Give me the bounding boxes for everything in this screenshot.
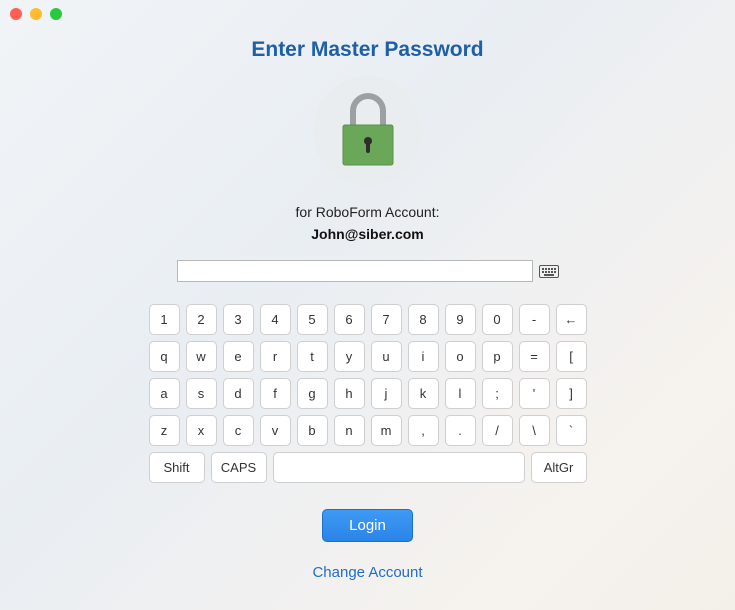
- main-content: Enter Master Password for RoboForm Accou…: [0, 0, 735, 581]
- key-o[interactable]: o: [445, 341, 476, 372]
- key-c[interactable]: c: [223, 415, 254, 446]
- key-bracket-close[interactable]: ]: [556, 378, 587, 409]
- close-window-button[interactable]: [10, 8, 22, 20]
- account-email: John@siber.com: [311, 226, 423, 242]
- password-row: [177, 260, 559, 282]
- key-n[interactable]: n: [334, 415, 365, 446]
- key-k[interactable]: k: [408, 378, 439, 409]
- key-period[interactable]: .: [445, 415, 476, 446]
- key-p[interactable]: p: [482, 341, 513, 372]
- page-title: Enter Master Password: [251, 38, 483, 62]
- key-bracket-open[interactable]: [: [556, 341, 587, 372]
- maximize-window-button[interactable]: [50, 8, 62, 20]
- key-q[interactable]: q: [149, 341, 180, 372]
- key-3[interactable]: 3: [223, 304, 254, 335]
- key-h[interactable]: h: [334, 378, 365, 409]
- lock-illustration: [313, 76, 423, 186]
- key-comma[interactable]: ,: [408, 415, 439, 446]
- key-space[interactable]: [273, 452, 525, 483]
- key-altgr[interactable]: AltGr: [531, 452, 587, 483]
- key-equals[interactable]: =: [519, 341, 550, 372]
- key-apostrophe[interactable]: ': [519, 378, 550, 409]
- keyboard-row-5: Shift CAPS AltGr: [149, 452, 587, 483]
- key-b[interactable]: b: [297, 415, 328, 446]
- lock-icon: [333, 91, 403, 171]
- key-6[interactable]: 6: [334, 304, 365, 335]
- change-account-link[interactable]: Change Account: [312, 564, 422, 581]
- virtual-keyboard: 1 2 3 4 5 6 7 8 9 0 - ← q w e r t y u i …: [149, 304, 587, 483]
- key-v[interactable]: v: [260, 415, 291, 446]
- login-button[interactable]: Login: [322, 509, 413, 542]
- key-m[interactable]: m: [371, 415, 402, 446]
- key-t[interactable]: t: [297, 341, 328, 372]
- keyboard-row-4: z x c v b n m , . / \ `: [149, 415, 587, 446]
- key-x[interactable]: x: [186, 415, 217, 446]
- key-5[interactable]: 5: [297, 304, 328, 335]
- window-traffic-lights: [10, 8, 62, 20]
- key-y[interactable]: y: [334, 341, 365, 372]
- key-dash[interactable]: -: [519, 304, 550, 335]
- key-e[interactable]: e: [223, 341, 254, 372]
- keyboard-toggle-icon[interactable]: [539, 264, 559, 278]
- key-u[interactable]: u: [371, 341, 402, 372]
- key-w[interactable]: w: [186, 341, 217, 372]
- key-shift[interactable]: Shift: [149, 452, 205, 483]
- key-r[interactable]: r: [260, 341, 291, 372]
- key-semicolon[interactable]: ;: [482, 378, 513, 409]
- key-caps[interactable]: CAPS: [211, 452, 267, 483]
- key-8[interactable]: 8: [408, 304, 439, 335]
- key-a[interactable]: a: [149, 378, 180, 409]
- key-z[interactable]: z: [149, 415, 180, 446]
- account-label: for RoboForm Account:: [296, 204, 440, 220]
- keyboard-row-3: a s d f g h j k l ; ' ]: [149, 378, 587, 409]
- key-backslash[interactable]: \: [519, 415, 550, 446]
- key-d[interactable]: d: [223, 378, 254, 409]
- keyboard-row-2: q w e r t y u i o p = [: [149, 341, 587, 372]
- key-7[interactable]: 7: [371, 304, 402, 335]
- key-s[interactable]: s: [186, 378, 217, 409]
- master-password-input[interactable]: [177, 260, 533, 282]
- key-2[interactable]: 2: [186, 304, 217, 335]
- key-j[interactable]: j: [371, 378, 402, 409]
- key-9[interactable]: 9: [445, 304, 476, 335]
- key-l[interactable]: l: [445, 378, 476, 409]
- key-backtick[interactable]: `: [556, 415, 587, 446]
- key-f[interactable]: f: [260, 378, 291, 409]
- key-1[interactable]: 1: [149, 304, 180, 335]
- key-slash[interactable]: /: [482, 415, 513, 446]
- minimize-window-button[interactable]: [30, 8, 42, 20]
- keyboard-row-1: 1 2 3 4 5 6 7 8 9 0 - ←: [149, 304, 587, 335]
- key-g[interactable]: g: [297, 378, 328, 409]
- key-i[interactable]: i: [408, 341, 439, 372]
- key-0[interactable]: 0: [482, 304, 513, 335]
- key-backspace[interactable]: ←: [556, 304, 587, 335]
- key-4[interactable]: 4: [260, 304, 291, 335]
